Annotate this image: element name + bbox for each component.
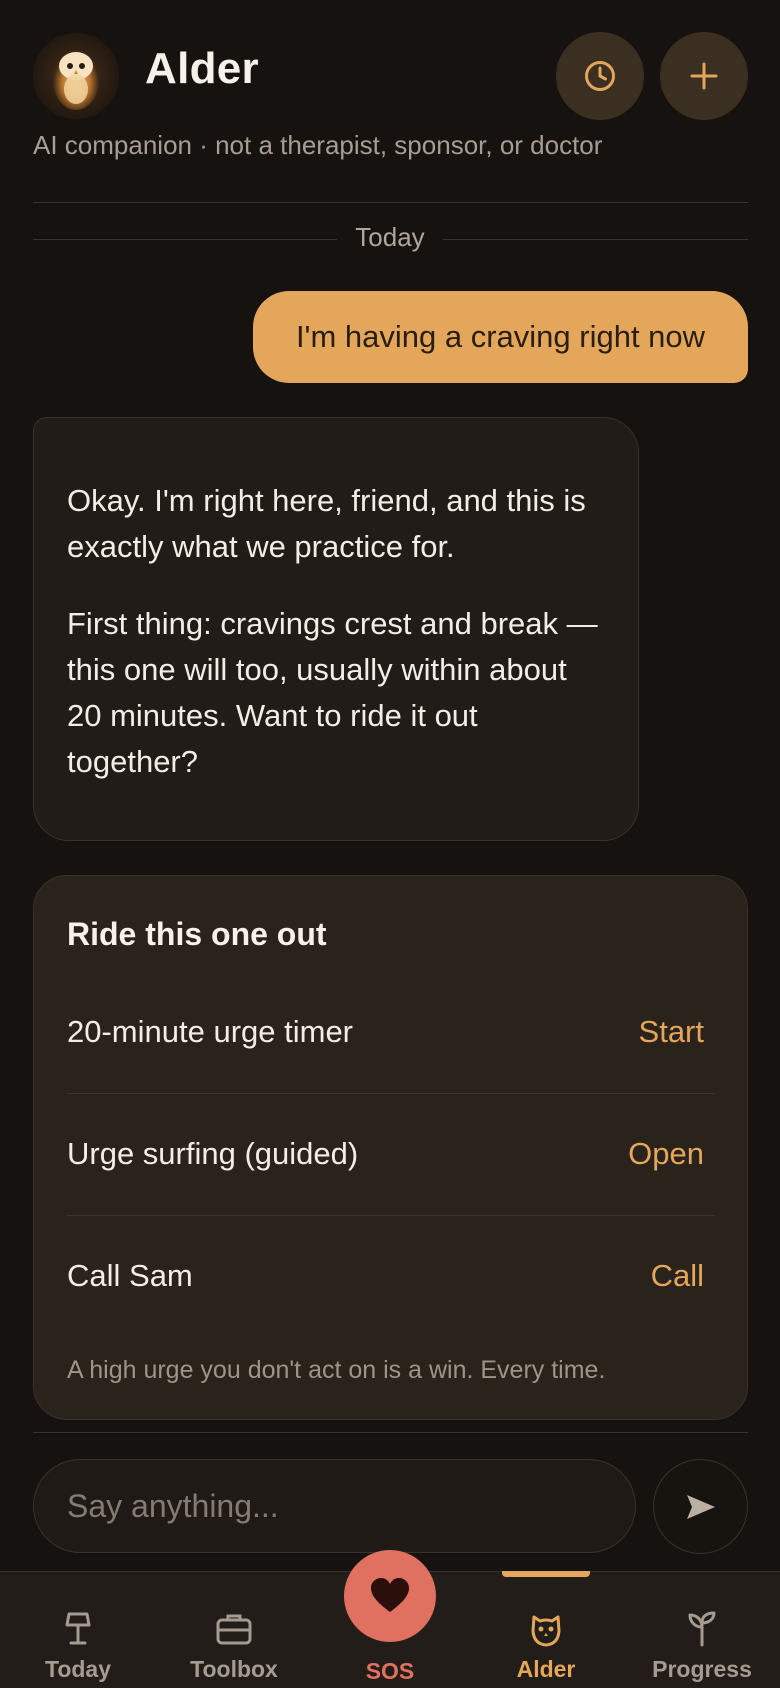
divider-line [443,239,748,240]
tab-today[interactable]: Today [0,1572,156,1688]
tab-label: Progress [652,1656,752,1682]
tab-label: Toolbox [190,1656,278,1682]
tab-sos[interactable]: SOS [312,1550,468,1688]
app-title: Alder [145,44,259,93]
call-contact-row[interactable]: Call Sam Call [67,1215,715,1337]
assistant-paragraph: First thing: cravings crest and break — … [67,606,598,779]
clock-icon [585,61,615,91]
call-button[interactable]: Call [651,1258,715,1294]
composer-divider [33,1432,748,1433]
open-urge-surfing-button[interactable]: Open [628,1136,715,1172]
send-icon [686,1494,715,1519]
tab-label: SOS [365,1658,415,1684]
divider-line [33,239,337,240]
urge-timer-row[interactable]: 20-minute urge timer Start [67,971,715,1093]
tab-progress[interactable]: Progress [624,1572,780,1688]
sos-button[interactable] [344,1550,436,1642]
card-title: Ride this one out [67,916,327,952]
urge-surfing-row[interactable]: Urge surfing (guided) Open [67,1093,715,1215]
row-label: 20-minute urge timer [67,1014,354,1049]
coping-actions-card: Ride this one out 20-minute urge timer S… [33,875,748,1420]
header-divider [33,202,748,203]
plus-icon [690,62,718,90]
tab-toolbox[interactable]: Toolbox [156,1572,312,1688]
heart-icon [371,1578,409,1612]
active-tab-indicator [502,1571,590,1577]
date-divider: Today [33,222,748,258]
history-button[interactable] [556,32,644,120]
sprout-icon [688,1611,716,1647]
assistant-message-bubble: Okay. I'm right here, friend, and this i… [33,417,639,841]
toolbox-icon [216,1614,252,1645]
row-label: Urge surfing (guided) [67,1136,359,1171]
assistant-paragraph: Okay. I'm right here, friend, and this i… [67,483,586,564]
disclaimer-text: AI companion · not a therapist, sponsor,… [33,130,603,160]
message-input[interactable] [33,1459,636,1553]
tab-label: Alder [516,1656,576,1682]
tab-label: Today [44,1656,112,1682]
start-timer-button[interactable]: Start [639,1014,715,1050]
lamp-icon [65,1612,91,1645]
header: Alder AI companion · not a therapist, sp… [0,0,780,203]
card-footer-text: A high urge you don't act on is a win. E… [67,1356,606,1384]
owl-icon [531,1615,561,1647]
user-message-bubble: I'm having a craving right now [253,291,748,383]
send-button[interactable] [653,1459,748,1554]
new-chat-button[interactable] [660,32,748,120]
row-label: Call Sam [67,1258,193,1293]
date-label: Today [355,222,425,252]
tab-alder[interactable]: Alder [468,1571,624,1688]
bottom-tab-bar: Today Toolbox SOS Alder Progress [0,1550,780,1688]
chat-screen: Alder AI companion · not a therapist, sp… [0,0,780,1688]
owl-avatar-icon [33,33,119,119]
